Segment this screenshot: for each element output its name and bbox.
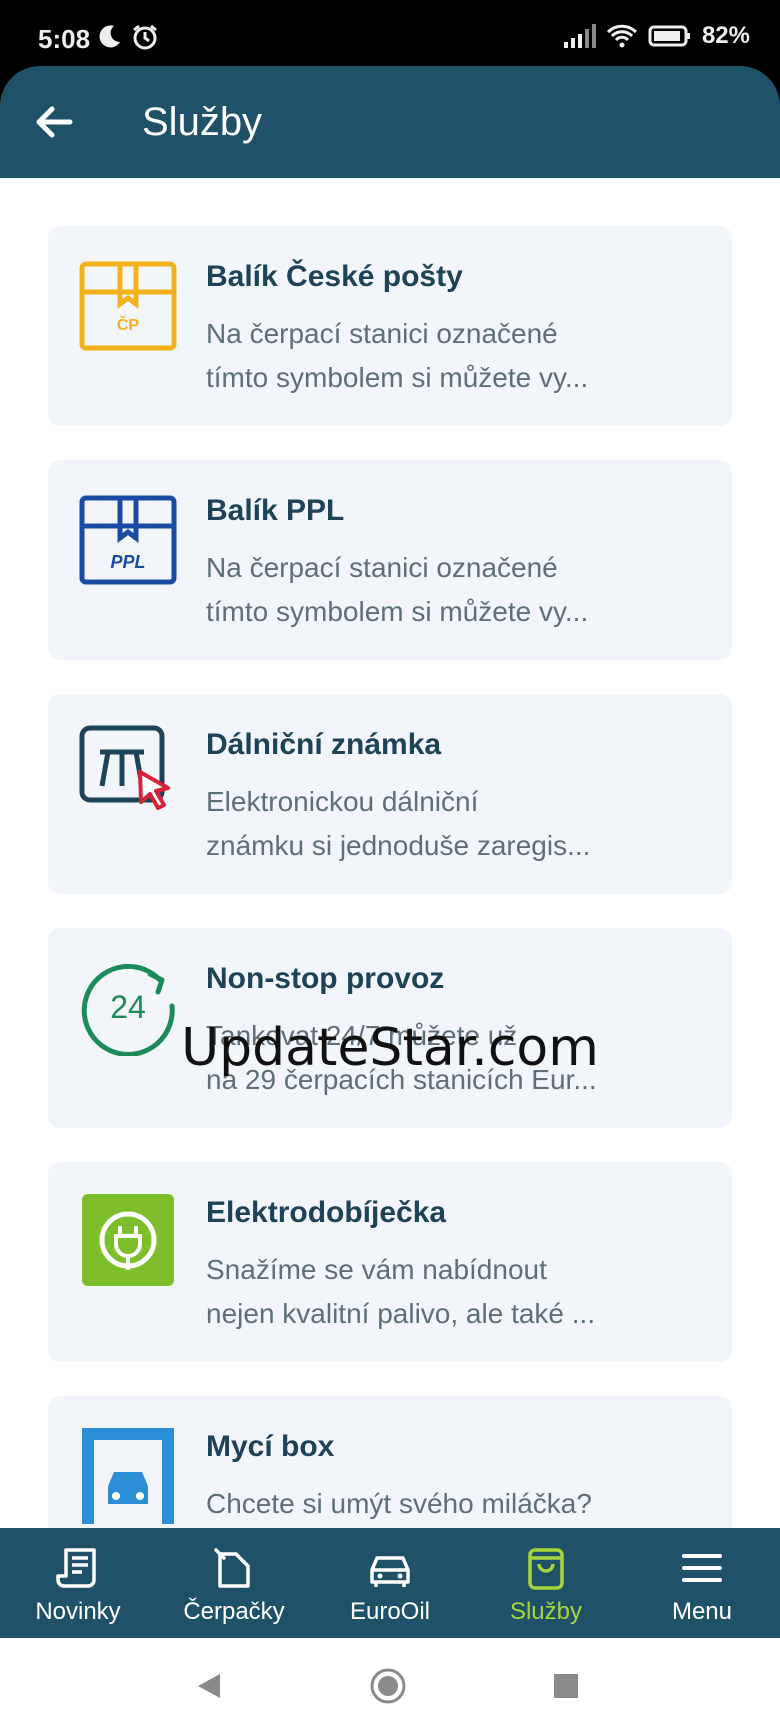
svg-text:ČP: ČP xyxy=(117,315,140,334)
nav-label: Novinky xyxy=(35,1598,121,1625)
ev-charger-icon xyxy=(82,1194,174,1286)
nav-item-eurooil[interactable]: EuroOil xyxy=(312,1528,468,1638)
service-title: Balík České pošty xyxy=(206,260,463,293)
back-arrow-icon[interactable] xyxy=(32,100,76,144)
service-card-dalnicni-znamka[interactable]: Dálniční známka Elektronickou dálniční z… xyxy=(48,694,732,894)
service-card-elektrodobijecka[interactable]: Elektrodobíječka Snažíme se vám nabídnou… xyxy=(48,1162,732,1362)
menu-icon xyxy=(682,1554,722,1582)
alarm-icon xyxy=(133,24,157,50)
battery-icon xyxy=(648,25,690,47)
fuel-station-icon xyxy=(214,1548,250,1588)
battery-percentage: 82% xyxy=(701,22,750,49)
nav-label: EuroOil xyxy=(349,1598,431,1625)
svg-text:PPL: PPL xyxy=(110,552,145,572)
app-bar: Služby xyxy=(0,66,780,178)
nav-item-cerpacky[interactable]: Čerpačky xyxy=(156,1528,312,1638)
wifi-icon xyxy=(606,24,638,48)
signal-icon xyxy=(563,24,596,48)
service-description: Na čerpací stanici označené tímto symbol… xyxy=(206,318,589,393)
nav-item-novinky[interactable]: Novinky xyxy=(0,1528,156,1638)
ppl-package-icon: PPL xyxy=(79,495,177,585)
service-description: Na čerpací stanici označené tímto symbol… xyxy=(206,552,589,627)
nav-label: Čerpačky xyxy=(183,1598,285,1625)
system-back-icon[interactable] xyxy=(190,1666,230,1706)
news-icon xyxy=(56,1548,96,1588)
highway-vignette-icon xyxy=(79,725,170,810)
ceska-posta-package-icon: ČP xyxy=(79,261,177,351)
nav-item-menu[interactable]: Menu xyxy=(624,1528,780,1638)
page-title: Služby xyxy=(142,100,263,144)
service-description: Chcete si umýt svého miláčka? xyxy=(206,1488,592,1519)
system-home-icon[interactable] xyxy=(368,1666,408,1706)
car-icon xyxy=(370,1556,410,1587)
service-description: Snažíme se vám nabídnout nejen kvalitní … xyxy=(206,1254,596,1329)
service-card-myci-box[interactable]: Mycí box Chcete si umýt svého miláčka? xyxy=(48,1396,732,1528)
service-title: Dálniční známka xyxy=(206,728,442,761)
service-title: Elektrodobíječka xyxy=(206,1196,447,1229)
status-time: 5:08 xyxy=(38,24,91,54)
do-not-disturb-moon-icon xyxy=(99,25,120,48)
watermark: UpdateStar.com xyxy=(181,1018,599,1078)
nav-label: Služby xyxy=(509,1598,583,1625)
status-bar: 5:08 82% xyxy=(0,0,780,70)
nav-label: Menu xyxy=(671,1598,733,1625)
service-card-ppl[interactable]: PPL Balík PPL Na čerpací stanici označen… xyxy=(48,460,732,660)
system-navigation-bar xyxy=(0,1638,780,1733)
service-description: Elektronickou dálniční známku si jednodu… xyxy=(206,786,591,861)
service-title: Non-stop provoz xyxy=(206,962,445,995)
nav-item-sluzby[interactable]: Služby xyxy=(468,1528,624,1638)
car-wash-icon xyxy=(82,1428,174,1524)
services-list: ČP Balík České pošty Na čerpací stanici … xyxy=(0,178,780,1528)
system-recents-icon[interactable] xyxy=(546,1666,586,1706)
service-title: Mycí box xyxy=(206,1430,335,1463)
shopping-bag-icon xyxy=(528,1548,564,1590)
bottom-navigation: Novinky Čerpačky EuroOil Služby Menu xyxy=(0,1528,780,1638)
service-title: Balík PPL xyxy=(206,494,345,527)
service-card-ceska-posta[interactable]: ČP Balík České pošty Na čerpací stanici … xyxy=(48,226,732,426)
